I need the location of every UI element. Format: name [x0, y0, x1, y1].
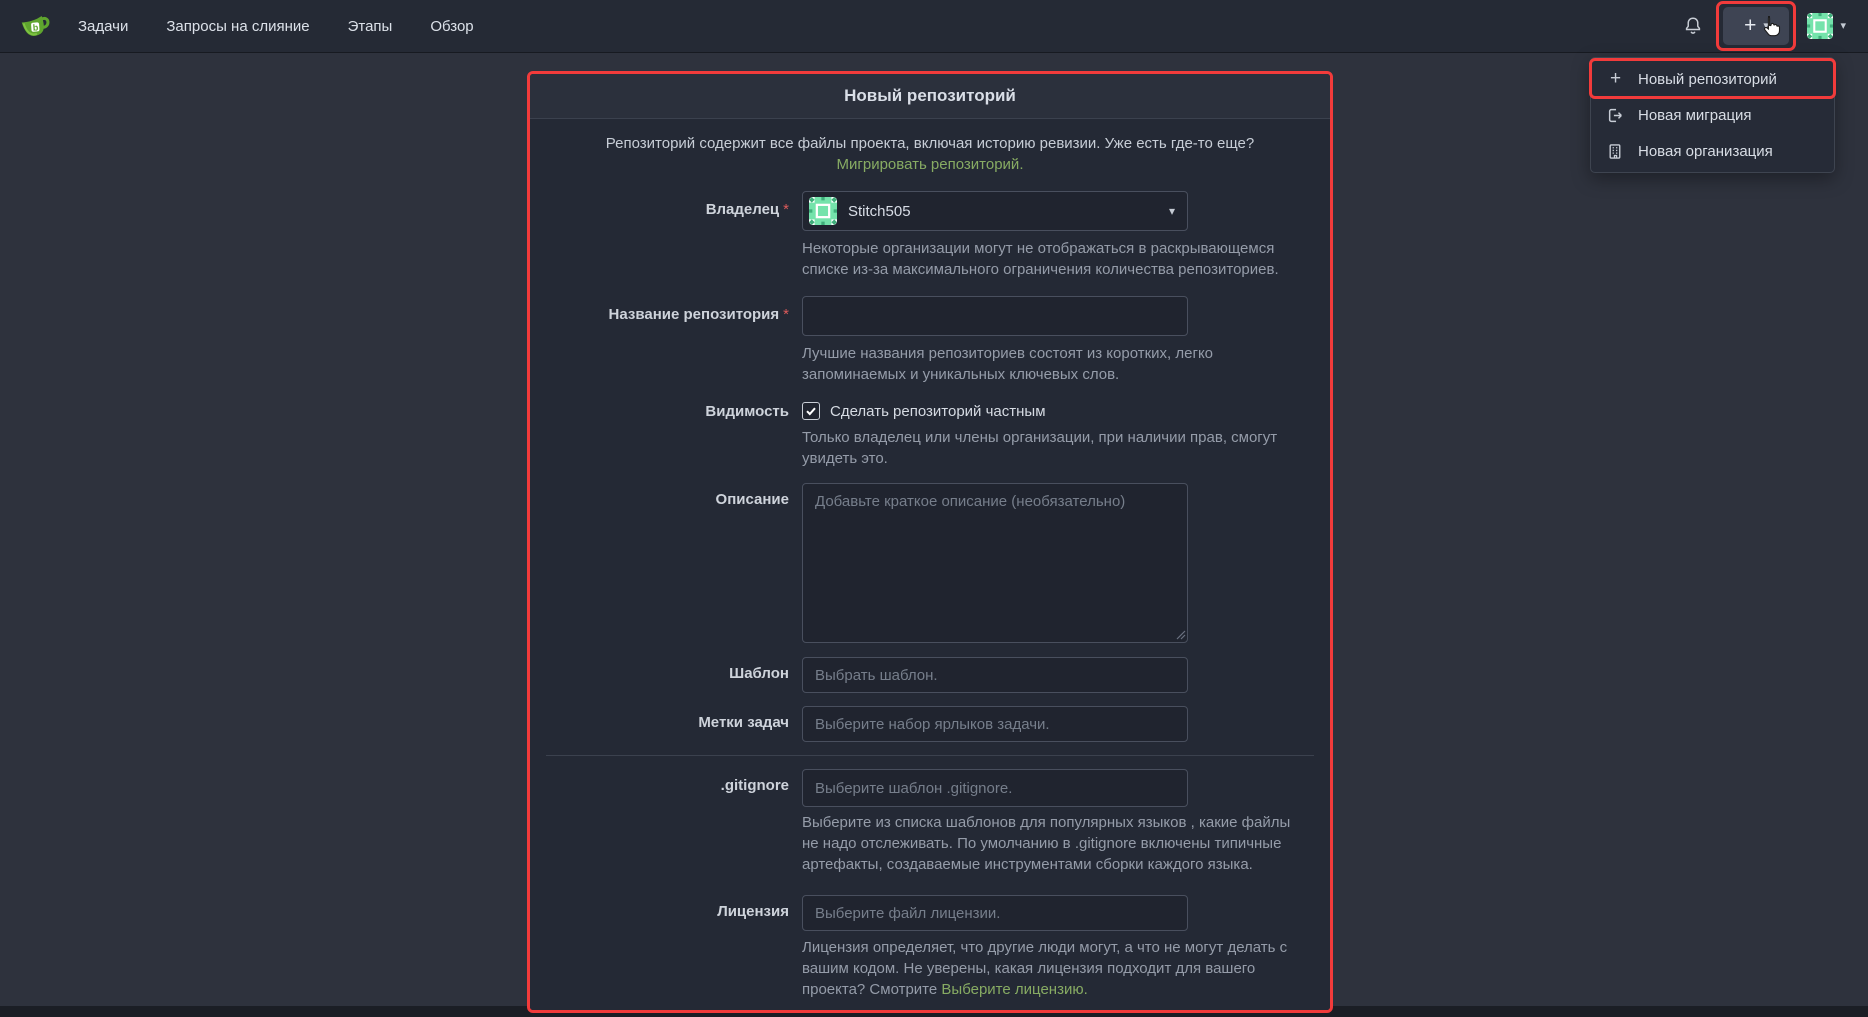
- annotation-box-form: Новый репозиторий Репозиторий содержит в…: [527, 71, 1333, 1013]
- page: b Задачи Запросы на слияние Этапы Обзор …: [0, 0, 1868, 1017]
- owner-help: Некоторые организации могут не отображат…: [802, 238, 1307, 280]
- nav-link-milestones[interactable]: Этапы: [348, 18, 393, 35]
- notifications-bell-icon[interactable]: [1681, 14, 1705, 38]
- owner-label: Владелец: [544, 191, 802, 218]
- issue-labels-input[interactable]: [802, 706, 1188, 742]
- visibility-row: Видимость Сделать репозиторий частным То…: [544, 402, 1316, 469]
- gitea-logo-icon[interactable]: b: [16, 8, 52, 44]
- nav-link-pulls[interactable]: Запросы на слияние: [166, 18, 309, 35]
- description-textarea[interactable]: [802, 483, 1188, 643]
- nav-links: Задачи Запросы на слияние Этапы Обзор: [78, 18, 474, 35]
- issue-labels-row: Метки задач: [544, 706, 1316, 742]
- template-label: Шаблон: [544, 657, 802, 682]
- description-row: Описание: [544, 483, 1316, 643]
- create-new-wrap: + ▾: [1723, 7, 1789, 45]
- form-intro: Репозиторий содержит все файлы проекта, …: [580, 133, 1280, 175]
- chevron-down-icon: ▾: [1840, 21, 1846, 32]
- repo-name-help: Лучшие названия репозиториев состоят из …: [802, 343, 1307, 385]
- owner-value: Stitch505: [848, 203, 1158, 220]
- plus-icon: +: [1607, 70, 1624, 87]
- menu-item-new-repository[interactable]: + Новый репозиторий: [1591, 61, 1834, 97]
- gitignore-row: .gitignore Выберите из списка шаблонов д…: [544, 769, 1316, 875]
- user-avatar: [1807, 13, 1833, 39]
- repo-name-input[interactable]: [802, 296, 1188, 336]
- gitignore-label: .gitignore: [544, 769, 802, 794]
- visibility-label: Видимость: [544, 402, 802, 420]
- plus-icon: +: [1744, 15, 1756, 36]
- gitignore-input[interactable]: [802, 769, 1188, 807]
- menu-item-new-organization[interactable]: Новая организация: [1591, 133, 1834, 169]
- checkmark-icon: [805, 405, 817, 417]
- user-menu[interactable]: ▾: [1807, 13, 1846, 39]
- owner-select[interactable]: Stitch505 ▾: [802, 191, 1188, 231]
- nav-link-explore[interactable]: Обзор: [430, 18, 473, 35]
- organization-icon: [1607, 143, 1624, 160]
- choose-license-link[interactable]: Выберите лицензию.: [941, 981, 1087, 998]
- description-label: Описание: [544, 483, 802, 508]
- intro-text: Репозиторий содержит все файлы проекта, …: [606, 135, 1254, 152]
- license-row: Лицензия Лицензия определяет, что другие…: [544, 895, 1316, 1000]
- private-checkbox-label: Сделать репозиторий частным: [830, 403, 1046, 420]
- menu-item-label: Новая организация: [1638, 143, 1773, 160]
- chevron-down-icon: ▾: [1169, 204, 1175, 218]
- license-help: Лицензия определяет, что другие люди мог…: [802, 937, 1307, 1000]
- nav-link-issues[interactable]: Задачи: [78, 18, 128, 35]
- template-input[interactable]: [802, 657, 1188, 693]
- private-checkbox[interactable]: [802, 402, 820, 420]
- issue-labels-label: Метки задач: [544, 706, 802, 731]
- migrate-icon: [1607, 107, 1624, 124]
- menu-item-new-migration[interactable]: Новая миграция: [1591, 97, 1834, 133]
- visibility-help: Только владелец или члены организации, п…: [802, 427, 1297, 469]
- license-label: Лицензия: [544, 895, 802, 920]
- menu-item-label: Новая миграция: [1638, 107, 1752, 124]
- new-repo-form: Новый репозиторий Репозиторий содержит в…: [530, 74, 1330, 1010]
- owner-row: Владелец: [544, 191, 1316, 280]
- menu-item-label: Новый репозиторий: [1638, 71, 1777, 88]
- chevron-down-icon: ▾: [1763, 21, 1769, 32]
- migrate-repository-link[interactable]: Мигрировать репозиторий.: [837, 156, 1024, 173]
- create-dropdown-menu: + Новый репозиторий Новая миграция Новая…: [1590, 57, 1835, 173]
- form-title: Новый репозиторий: [530, 74, 1330, 119]
- section-divider: [546, 755, 1314, 756]
- navbar: b Задачи Запросы на слияние Этапы Обзор …: [0, 0, 1868, 53]
- repo-name-row: Название репозитория Лучшие названия реп…: [544, 296, 1316, 385]
- repo-name-label: Название репозитория: [544, 296, 802, 323]
- template-row: Шаблон: [544, 657, 1316, 693]
- form-body: Репозиторий содержит все файлы проекта, …: [530, 119, 1330, 1010]
- navbar-right: + ▾: [1681, 7, 1846, 45]
- gitignore-help: Выберите из списка шаблонов для популярн…: [802, 812, 1307, 875]
- create-new-button[interactable]: + ▾: [1723, 7, 1789, 45]
- license-input[interactable]: [802, 895, 1188, 931]
- owner-avatar: [809, 197, 837, 225]
